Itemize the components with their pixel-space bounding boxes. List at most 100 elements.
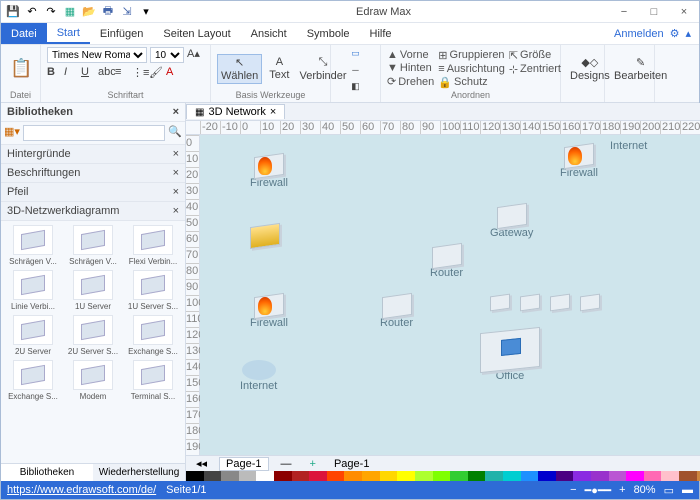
align-button[interactable]: ≡ Ausrichtung [438,63,505,75]
fill-button[interactable]: ▭ [348,47,363,60]
shape-item[interactable]: Terminal S... [125,360,181,401]
shape-item[interactable]: Flexi Verbin... [125,225,181,266]
document-tab[interactable]: ▦ 3D Network × [186,104,285,119]
shape-item[interactable]: 2U Server S... [65,315,121,356]
tab-insert[interactable]: Einfügen [90,23,153,44]
shadow-button[interactable]: ◧ [348,80,363,93]
login-link[interactable]: Anmelden [614,28,664,40]
send-back-button[interactable]: ▼ Hinten [387,62,434,74]
ribbon-group-arrange: Anordnen [387,90,554,100]
collapse-ribbon-icon[interactable]: ▴ [685,27,691,40]
bold-icon[interactable]: B [47,66,61,80]
page-tab-1b[interactable]: Page-1 [328,458,375,470]
paint-icon[interactable]: 🖌 [149,66,163,80]
status-url[interactable]: https://www.edrawsoft.com/de/ [7,484,156,496]
undo-icon[interactable]: ↶ [24,4,40,20]
tab-help[interactable]: Hilfe [360,23,402,44]
gear-icon[interactable]: ⚙ [670,27,680,40]
fit-page-icon[interactable]: ▭ [664,484,674,497]
close-button[interactable]: × [669,1,699,23]
paste-button[interactable]: 📋 [7,57,35,80]
align-left-icon[interactable]: ≡ [115,66,129,80]
sidebar: Bibliotheken × ▦▾ 🔍 Hintergründe× Beschri… [1,103,186,481]
ribbon-group-file: Datei [7,90,34,100]
sidebar-cat-backgrounds[interactable]: Hintergründe× [1,145,185,164]
node-label: Internet [240,380,277,392]
bullets-icon[interactable]: ⋮≡ [132,66,146,80]
font-color-icon[interactable]: A [166,66,180,80]
shape-item[interactable]: Exchange S... [5,360,61,401]
maximize-button[interactable]: □ [639,1,669,23]
shape-palette: Schrägen V...Schrägen V...Flexi Verbin..… [1,221,185,463]
grow-font-icon[interactable]: A▴ [187,47,201,61]
font-name-select[interactable]: Times New Roman [47,47,147,63]
italic-icon[interactable]: I [64,66,78,80]
library-dropdown-icon[interactable]: ▦▾ [4,125,20,141]
color-bar[interactable] [186,471,700,481]
text-tool[interactable]: AText [266,55,292,82]
page-tab-1[interactable]: Page-1 [219,457,268,471]
tab-view[interactable]: Ansicht [241,23,297,44]
shape-item[interactable]: 1U Server [65,270,121,311]
qat-dropdown-icon[interactable]: ▾ [138,4,154,20]
status-page: Seite1/1 [166,484,206,496]
shape-item[interactable]: 1U Server S... [125,270,181,311]
page-prev-button[interactable]: ◂◂ [190,457,213,470]
quick-access-toolbar: 💾 ↶ ↷ ▦ 📂 🖶 ⇲ ▾ [1,4,158,20]
page-add-button[interactable]: + [304,458,322,470]
font-size-select[interactable]: 10 [150,47,184,63]
window-controls: − □ × [609,1,699,23]
underline-icon[interactable]: U [81,66,95,80]
app-title: Edraw Max [158,6,609,18]
sidebar-cat-labels[interactable]: Beschriftungen× [1,164,185,183]
tab-start[interactable]: Start [47,23,90,44]
redo-icon[interactable]: ↷ [43,4,59,20]
new-icon[interactable]: ▦ [62,4,78,20]
group-button[interactable]: ⊞ Gruppieren [438,49,505,62]
sidebar-tab-libraries[interactable]: Bibliotheken [1,464,93,481]
sidebar-close-icon[interactable]: × [173,106,179,118]
open-icon[interactable]: 📂 [81,4,97,20]
fit-width-icon[interactable]: ▬ [682,484,693,496]
zoom-in-icon[interactable]: + [619,484,625,496]
tab-file[interactable]: Datei [1,23,47,44]
zoom-slider[interactable]: ━●━━ [585,484,612,497]
shape-item[interactable]: Schrägen V... [5,225,61,266]
save-icon[interactable]: 💾 [5,4,21,20]
node-label: Router [380,317,413,329]
tab-symbols[interactable]: Symbole [297,23,360,44]
page-divider: ― [275,458,298,470]
sidebar-cat-arrow[interactable]: Pfeil× [1,183,185,202]
sidebar-cat-3dnetwork[interactable]: 3D-Netzwerkdiagramm× [1,202,185,221]
strike-icon[interactable]: abc [98,66,112,80]
canvas[interactable]: Firewall Firewall Gateway Router Router … [200,135,700,455]
ribbon-group-tools: Basis Werkzeuge [217,90,324,100]
page-tabs: ◂◂ Page-1 ― + Page-1 [186,455,700,471]
line-button[interactable]: ─ [349,64,361,76]
tab-page-layout[interactable]: Seiten Layout [153,23,240,44]
shape-item[interactable]: Modem [65,360,121,401]
shape-item[interactable]: Schrägen V... [65,225,121,266]
minimize-button[interactable]: − [609,1,639,23]
export-icon[interactable]: ⇲ [119,4,135,20]
bring-front-button[interactable]: ▲ Vorne [387,49,434,61]
ribbon: 📋 Datei Times New Roman 10 A▴ B I U abc … [1,45,699,103]
select-tool[interactable]: ↖Wählen [217,54,262,84]
shape-item[interactable]: 2U Server [5,315,61,356]
zoom-out-icon[interactable]: − [570,484,576,496]
rotate-button[interactable]: ⟳ Drehen [387,75,434,88]
close-tab-icon[interactable]: × [270,106,276,118]
sidebar-tab-restore[interactable]: Wiederherstellung [93,464,185,481]
shape-item[interactable]: Linie Verbi... [5,270,61,311]
node-label: Office [496,370,525,382]
search-input[interactable] [23,125,165,141]
search-icon[interactable]: 🔍 [168,125,182,141]
center-button[interactable]: ⊹ Zentriert [509,63,561,76]
edit-button[interactable]: ✎Bearbeiten [611,55,670,83]
print-icon[interactable]: 🖶 [100,4,116,20]
node-label: Internet [610,140,647,152]
shape-item[interactable]: Exchange S... [125,315,181,356]
sidebar-title: Bibliotheken [7,106,73,118]
protect-button[interactable]: 🔒 Schutz [438,76,505,89]
size-button[interactable]: ⇱ Größe [509,49,561,62]
